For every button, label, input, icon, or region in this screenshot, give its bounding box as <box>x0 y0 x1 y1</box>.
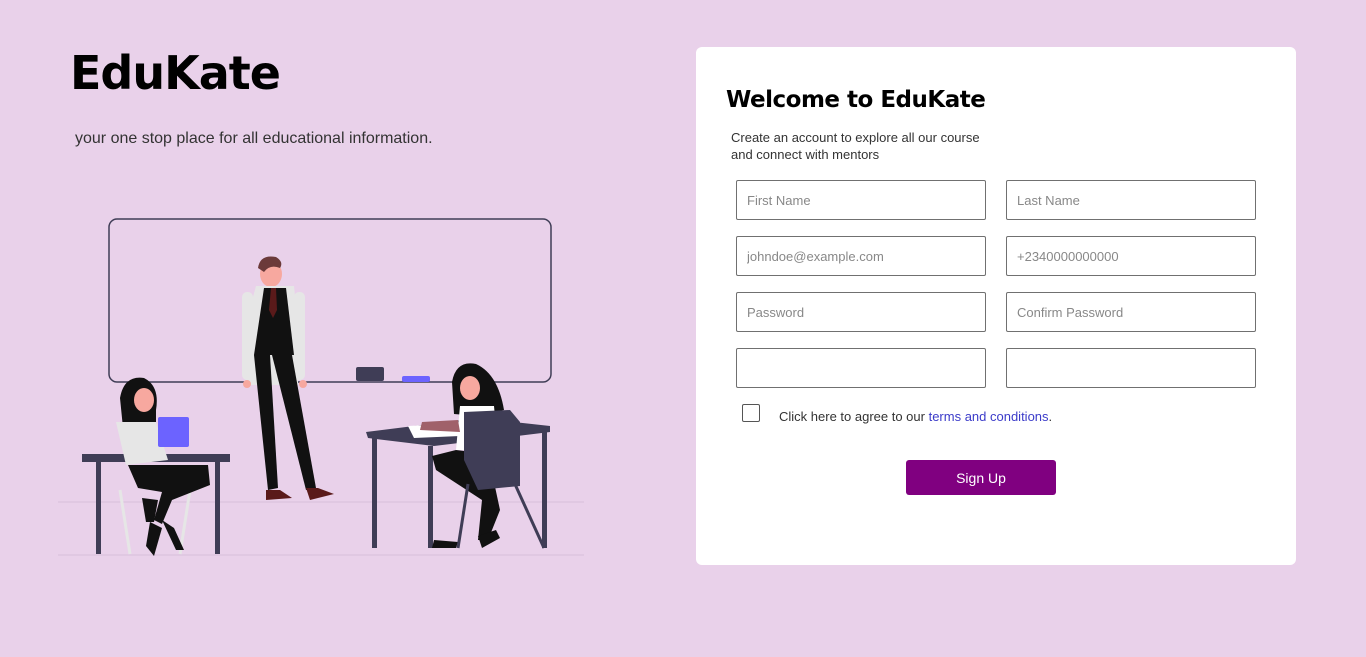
brand-logo: EduKate <box>70 46 281 100</box>
agree-suffix: . <box>1048 409 1053 424</box>
student-left-figure <box>116 377 210 556</box>
agree-label: Click here to agree to our <box>779 409 929 424</box>
classroom-illustration <box>58 218 584 556</box>
confirm-password-input[interactable] <box>1006 292 1256 332</box>
first-name-input[interactable] <box>736 180 986 220</box>
extra-left-input[interactable] <box>736 348 986 388</box>
sign-up-button[interactable]: Sign Up <box>906 460 1056 495</box>
teacher-figure <box>242 256 334 500</box>
form-subtitle: Create an account to explore all our cou… <box>731 130 980 162</box>
email-input[interactable] <box>736 236 986 276</box>
phone-input[interactable] <box>1006 236 1256 276</box>
extra-right-input[interactable] <box>1006 348 1256 388</box>
terms-agreement-text: Click here to agree to our terms and con… <box>779 409 1052 424</box>
brand-tagline: your one stop place for all educational … <box>75 130 433 147</box>
last-name-input[interactable] <box>1006 180 1256 220</box>
student-right-figure <box>420 363 546 549</box>
password-input[interactable] <box>736 292 986 332</box>
terms-link[interactable]: terms and conditions <box>929 409 1049 424</box>
terms-checkbox[interactable] <box>742 404 760 422</box>
form-title: Welcome to EduKate <box>726 87 986 113</box>
signup-card: Welcome to EduKate Create an account to … <box>696 47 1296 565</box>
